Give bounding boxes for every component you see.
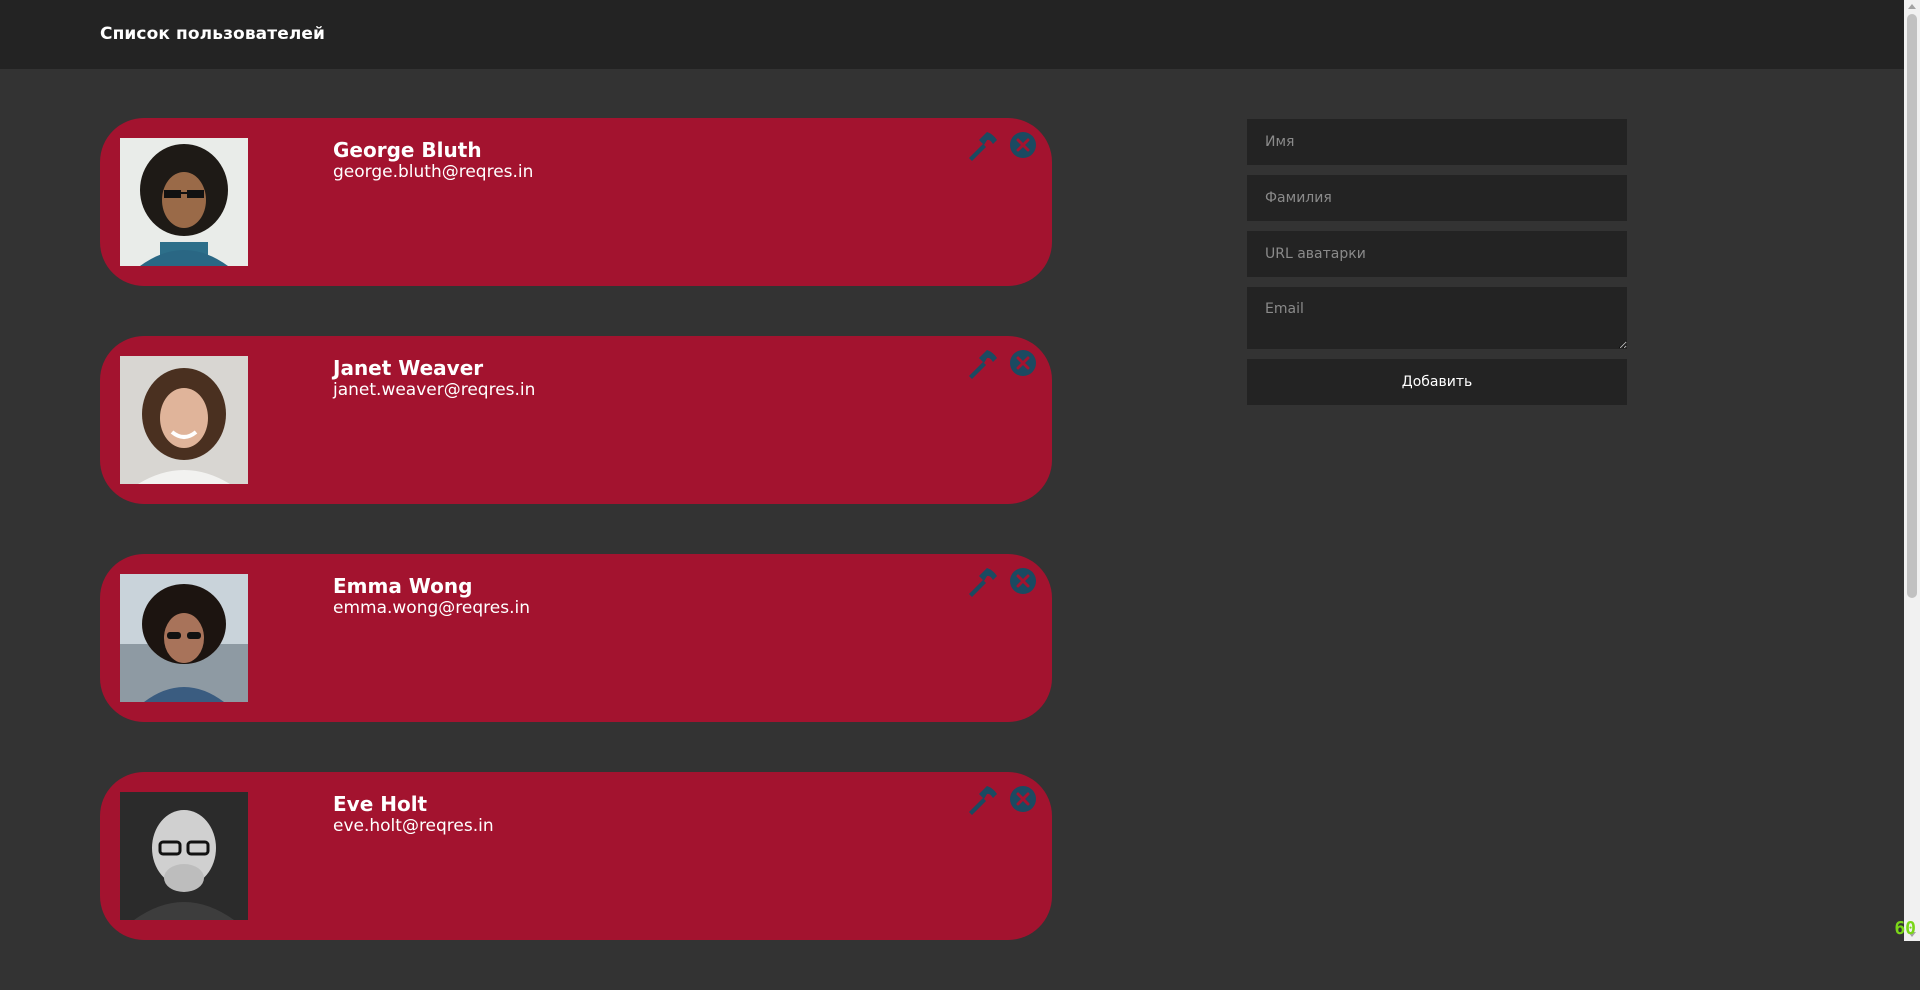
user-card: Janet Weaver janet.weaver@reqres.in xyxy=(100,336,1052,504)
user-card: Eve Holt eve.holt@reqres.in xyxy=(100,772,1052,940)
delete-user-button[interactable] xyxy=(1010,350,1036,376)
close-circle-icon xyxy=(1010,568,1036,594)
hammer-icon xyxy=(966,784,998,816)
edit-user-button[interactable] xyxy=(966,784,998,816)
close-circle-icon xyxy=(1010,350,1036,376)
scroll-up-arrow[interactable] xyxy=(1908,4,1916,9)
scrollbar-thumb[interactable] xyxy=(1907,14,1917,598)
top-bar: Список пользователей xyxy=(0,0,1904,69)
avatar xyxy=(120,792,248,920)
delete-user-button[interactable] xyxy=(1010,132,1036,158)
close-circle-icon xyxy=(1010,786,1036,812)
user-card: George Bluth george.bluth@reqres.in xyxy=(100,118,1052,286)
user-name: Janet Weaver xyxy=(333,356,483,380)
close-circle-icon xyxy=(1010,132,1036,158)
last-name-input[interactable] xyxy=(1247,175,1627,221)
hammer-icon xyxy=(966,130,998,162)
user-email: eve.holt@reqres.in xyxy=(333,816,494,836)
hammer-icon xyxy=(966,566,998,598)
hammer-icon xyxy=(966,348,998,380)
delete-user-button[interactable] xyxy=(1010,786,1036,812)
avatar xyxy=(120,356,248,484)
user-name: Emma Wong xyxy=(333,574,472,598)
user-list: George Bluth george.bluth@reqres.in Jane… xyxy=(100,118,1052,990)
page-title: Список пользователей xyxy=(100,24,325,44)
edit-user-button[interactable] xyxy=(966,130,998,162)
add-user-button[interactable]: Добавить xyxy=(1247,359,1627,405)
user-email: george.bluth@reqres.in xyxy=(333,162,533,182)
avatar-url-input[interactable] xyxy=(1247,231,1627,277)
email-field[interactable] xyxy=(1247,287,1627,349)
edit-user-button[interactable] xyxy=(966,566,998,598)
user-email: emma.wong@reqres.in xyxy=(333,598,530,618)
user-email: janet.weaver@reqres.in xyxy=(333,380,535,400)
delete-user-button[interactable] xyxy=(1010,568,1036,594)
edit-user-button[interactable] xyxy=(966,348,998,380)
first-name-input[interactable] xyxy=(1247,119,1627,165)
user-name: George Bluth xyxy=(333,138,482,162)
vertical-scrollbar[interactable] xyxy=(1904,0,1920,941)
avatar xyxy=(120,574,248,702)
user-card: Emma Wong emma.wong@reqres.in xyxy=(100,554,1052,722)
add-user-form: Добавить xyxy=(1247,119,1627,405)
fps-counter: 60 xyxy=(1894,918,1916,939)
user-name: Eve Holt xyxy=(333,792,427,816)
avatar xyxy=(120,138,248,266)
